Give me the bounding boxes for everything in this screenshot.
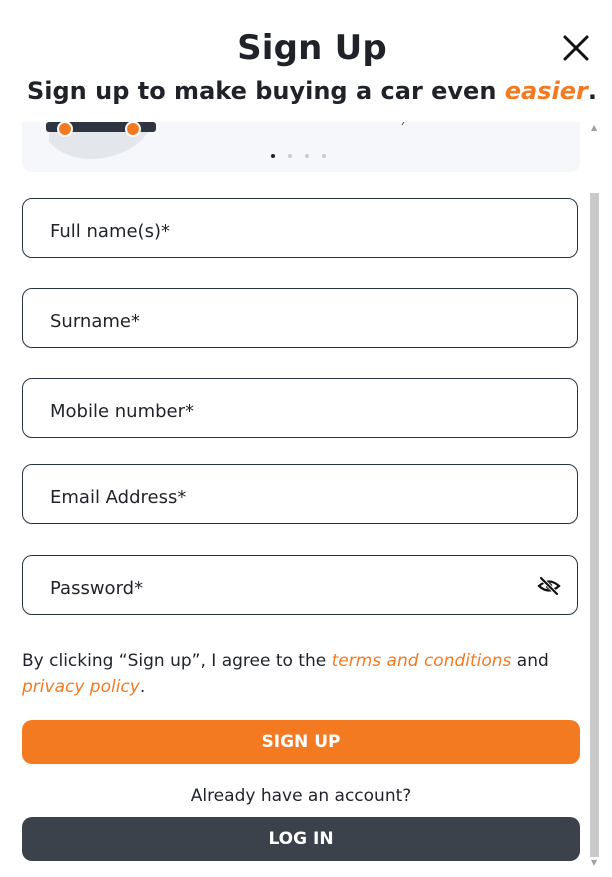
privacy-policy-link[interactable]: privacy policy	[22, 677, 140, 697]
onboarding-carousel[interactable]	[22, 122, 580, 172]
terms-suffix: .	[139, 677, 146, 697]
log-in-button[interactable]: LOG IN	[22, 817, 580, 861]
password-visibility-toggle[interactable]	[537, 574, 561, 598]
email-field	[22, 464, 578, 524]
already-have-account-text: Already have an account?	[190, 786, 412, 806]
carousel-dot[interactable]	[305, 154, 309, 158]
terms-middle: and	[511, 651, 549, 671]
modal-title: Sign Up	[237, 28, 387, 68]
close-button[interactable]	[560, 32, 592, 64]
car-illustration	[46, 122, 405, 159]
carousel-dot[interactable]	[271, 154, 275, 158]
scrollbar-thumb[interactable]	[590, 193, 599, 857]
surname-field	[22, 288, 578, 348]
signup-modal: Sign Up Sign up to make buying a car eve…	[0, 0, 612, 877]
carousel-dots	[271, 154, 326, 158]
carousel-dot[interactable]	[288, 154, 292, 158]
full-name-field	[22, 198, 578, 258]
carousel-dot[interactable]	[322, 154, 326, 158]
scroll-up-arrow-icon[interactable]: ▲	[591, 123, 597, 132]
surname-input[interactable]	[50, 289, 530, 347]
terms-prefix: By clicking “Sign up”, I agree to the	[22, 651, 332, 671]
eye-slash-icon	[537, 576, 561, 596]
sign-up-button[interactable]: SIGN UP	[22, 720, 580, 764]
subtitle-accent: easier	[504, 77, 588, 105]
email-input[interactable]	[50, 465, 530, 523]
modal-subtitle: Sign up to make buying a car even easier…	[0, 74, 612, 108]
terms-and-conditions-link[interactable]: terms and conditions	[332, 651, 512, 671]
subtitle-suffix: .	[587, 77, 598, 105]
close-icon	[563, 35, 589, 61]
subtitle-text: Sign up to make buying a car even	[26, 77, 505, 105]
scroll-down-arrow-icon[interactable]: ▼	[591, 858, 597, 867]
mobile-number-input[interactable]	[50, 379, 530, 437]
password-input[interactable]	[50, 556, 530, 614]
terms-text: By clicking “Sign up”, I agree to the te…	[22, 648, 582, 700]
full-name-input[interactable]	[50, 199, 530, 257]
mobile-number-field	[22, 378, 578, 438]
password-field	[22, 555, 578, 615]
